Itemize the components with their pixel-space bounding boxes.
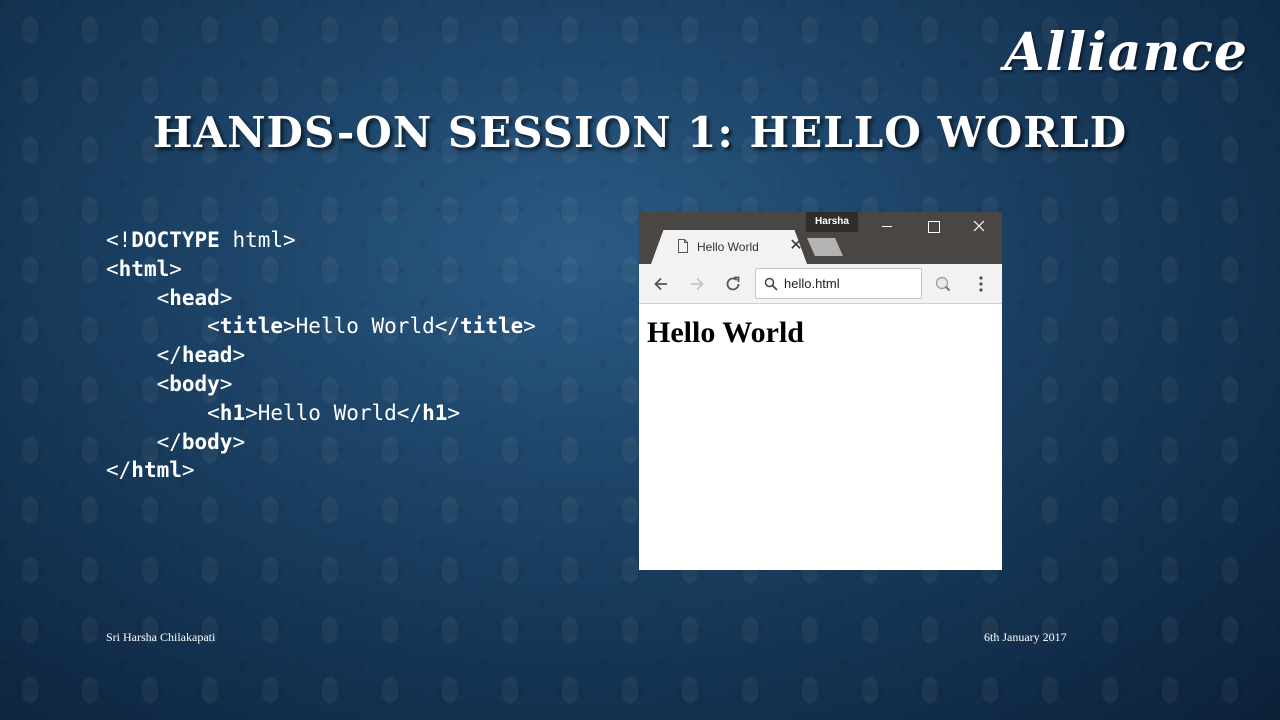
browser-toolbar: hello.html: [639, 264, 1002, 304]
close-window-button[interactable]: [965, 216, 993, 236]
alliance-logo: Alliance: [1004, 22, 1248, 83]
code-line: </head>: [106, 343, 246, 368]
address-bar[interactable]: hello.html: [755, 268, 922, 299]
code-tag-name: title: [460, 314, 524, 339]
code-line: </body>: [106, 429, 246, 454]
slide-title: HANDS-ON SESSION 1: HELLO WORLD: [152, 108, 1128, 157]
forward-arrow-icon[interactable]: [687, 274, 707, 294]
code-tag-name: h1: [219, 400, 246, 425]
code-line: <!DOCTYPE html>: [106, 228, 296, 252]
more-menu-icon[interactable]: [973, 274, 989, 294]
code-tag-name: html: [118, 256, 170, 281]
code-line: </html>: [106, 458, 195, 483]
code-tag-name: html: [131, 458, 182, 483]
back-arrow-icon[interactable]: [651, 274, 671, 294]
rendered-page-heading: Hello World: [647, 316, 804, 349]
search-icon: [764, 277, 778, 291]
profile-badge[interactable]: Harsha: [806, 212, 858, 232]
code-tag-name: head: [169, 285, 220, 310]
code-tag-name: title: [219, 314, 284, 339]
code-line: <html>: [106, 256, 182, 281]
new-tab-button[interactable]: [807, 238, 843, 256]
code-tag-name: body: [169, 371, 220, 396]
code-tag-name: body: [181, 429, 233, 454]
browser-window: Harsha Hello World ✕ hello.html Hello Wo…: [639, 212, 1002, 570]
minimize-button[interactable]: [873, 216, 901, 236]
code-tag-name: head: [181, 343, 233, 368]
code-line: <title>Hello World</title>: [106, 314, 536, 339]
code-line: <h1>Hello World</h1>: [106, 400, 461, 425]
tab-hello-world[interactable]: Hello World ✕: [651, 230, 807, 264]
maximize-button[interactable]: [919, 216, 947, 236]
footer-date: 6th January 2017: [984, 630, 1067, 644]
browser-titlebar: Harsha Hello World ✕: [639, 212, 1002, 264]
close-icon: [973, 220, 985, 232]
page-icon: [678, 239, 688, 253]
tab-close-button[interactable]: ✕: [788, 236, 804, 256]
code-line: <head>: [106, 285, 233, 310]
footer-author: Sri Harsha Chilakapati: [106, 630, 216, 644]
code-line: <body>: [106, 371, 233, 396]
reload-icon[interactable]: [723, 274, 743, 294]
html-code-block: <!DOCTYPE html> <html> <head> <title>Hell…: [106, 226, 536, 485]
tab-title: Hello World: [697, 240, 759, 254]
code-tag-name: DOCTYPE: [131, 228, 220, 252]
address-text: hello.html: [784, 276, 840, 291]
extension-icon[interactable]: [935, 276, 951, 292]
code-tag-name: h1: [422, 400, 448, 425]
